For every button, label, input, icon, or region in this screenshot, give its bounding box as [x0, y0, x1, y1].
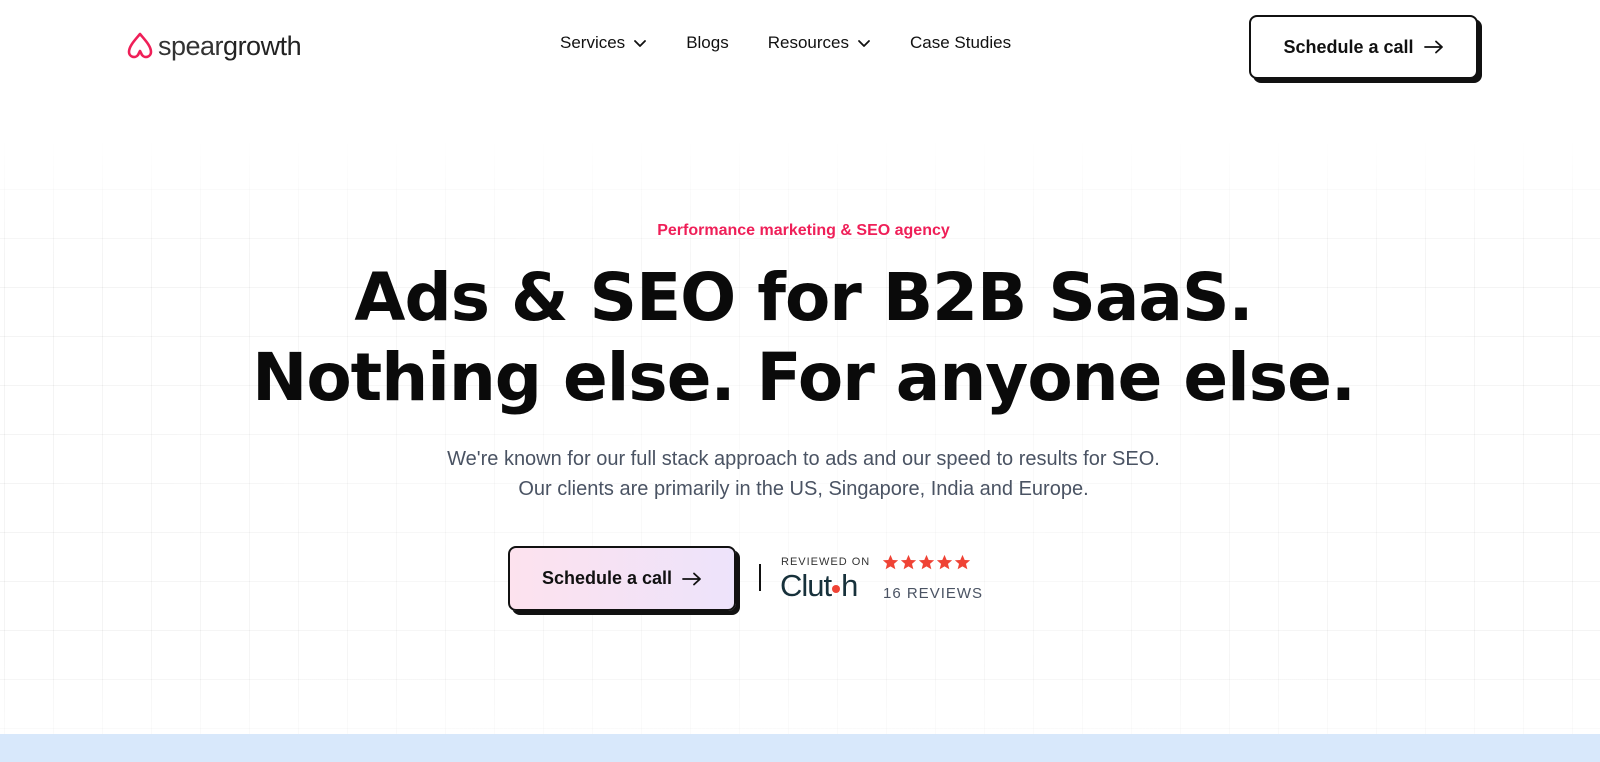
hero-eyebrow: Performance marketing & SEO agency — [657, 222, 950, 239]
arrow-right-icon — [682, 572, 701, 585]
clutch-logo: Clut h — [780, 568, 858, 603]
logo-text-bold: growth — [223, 30, 302, 61]
header-schedule-call-button[interactable]: Schedule a call — [1249, 15, 1478, 79]
logo-text-light: spear — [158, 30, 224, 61]
star-icon — [918, 554, 935, 570]
nav-item-case-studies[interactable]: Case Studies — [910, 33, 1011, 53]
nav-item-blogs[interactable]: Blogs — [686, 33, 729, 53]
logo[interactable]: speargrowth — [126, 30, 302, 61]
clutch-logo-dot — [832, 584, 841, 593]
clutch-logo-text-start: Clut — [780, 568, 832, 603]
chevron-down-icon — [858, 40, 870, 47]
header-cta-label: Schedule a call — [1283, 36, 1414, 57]
nav-item-services-label: Services — [560, 33, 626, 52]
hero-cta-label: Schedule a call — [541, 568, 673, 588]
spear-logo-icon — [127, 32, 153, 59]
nav-item-case-studies-label: Case Studies — [909, 33, 1012, 52]
hero-headline-line-1: Ads & SEO for B2B SaaS. — [354, 259, 1253, 336]
cta-divider — [759, 564, 761, 591]
nav-item-services[interactable]: Services — [560, 33, 647, 53]
arrow-right-icon — [1423, 40, 1443, 54]
main-nav: Services Blogs Resources Case Studies — [560, 33, 1050, 53]
grid-fade-top — [0, 140, 1600, 260]
hero-subtitle-line-1: We're known for our full stack approach … — [447, 448, 1160, 470]
logo-text: speargrowth — [158, 30, 302, 61]
site-header: speargrowth Services Blogs Resources Cas… — [0, 0, 1600, 96]
hero-headline-line-2: Nothing else. For anyone else. — [252, 339, 1356, 416]
star-rating — [882, 554, 971, 571]
hero-subtitle: We're known for our full stack approach … — [0, 444, 1600, 504]
grid-fade-bottom — [0, 660, 1600, 734]
nav-item-resources[interactable]: Resources — [768, 33, 871, 53]
star-icon — [954, 554, 971, 570]
nav-item-blogs-label: Blogs — [686, 33, 729, 52]
reviewed-on-label: REVIEWED ON — [781, 556, 871, 568]
review-count: 16 REVIEWS — [883, 585, 984, 602]
clutch-logo-text-end: h — [841, 568, 858, 603]
star-icon — [900, 554, 917, 570]
star-icon — [882, 554, 899, 570]
clutch-review-badge[interactable]: REVIEWED ON Clut h 16 REVIEWS — [780, 554, 1001, 604]
chevron-down-icon — [634, 40, 647, 47]
nav-item-resources-label: Resources — [767, 33, 849, 52]
hero-schedule-call-button[interactable]: Schedule a call — [508, 546, 736, 611]
hero-headline: Ads & SEO for B2B SaaS. Nothing else. Fo… — [0, 258, 1600, 418]
hero-subtitle-line-2: Our clients are primarily in the US, Sin… — [518, 478, 1089, 500]
next-section-band — [0, 734, 1600, 762]
star-icon — [936, 554, 953, 570]
